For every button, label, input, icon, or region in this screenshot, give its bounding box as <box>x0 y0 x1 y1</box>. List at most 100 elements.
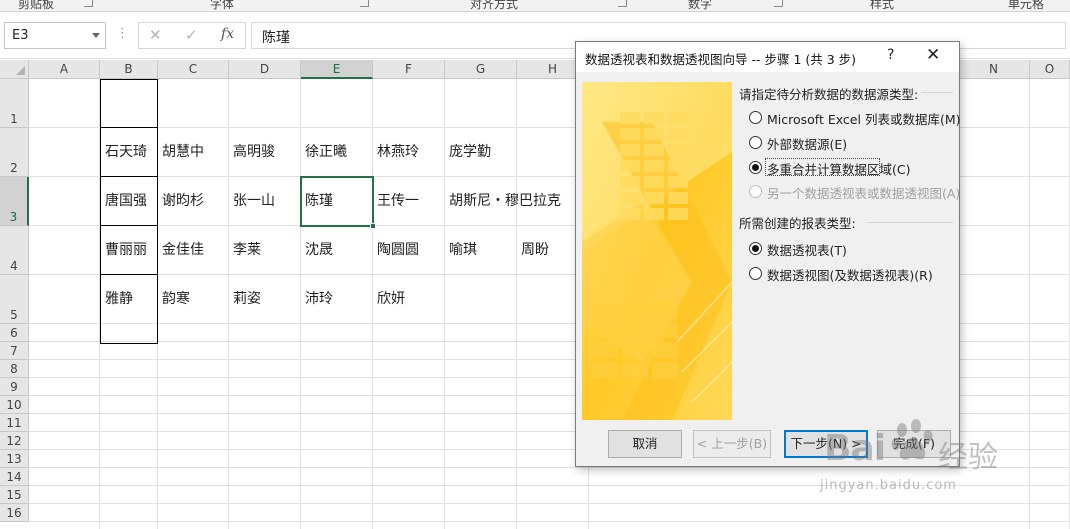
row-header-6[interactable]: 6 <box>0 324 29 342</box>
radio-source-multiple-ranges[interactable]: 多重合并计算数据区域(C) <box>749 158 954 177</box>
active-cell-selection[interactable] <box>300 176 374 227</box>
row-header-4[interactable]: 4 <box>0 226 29 275</box>
cell-C5[interactable]: 韵寒 <box>158 275 190 324</box>
cell-B4[interactable]: 曹丽丽 <box>101 226 147 275</box>
chevron-down-icon[interactable] <box>92 33 100 38</box>
radio-label: 外部数据源(E) <box>767 137 848 152</box>
fill-handle[interactable] <box>370 223 376 229</box>
drag-handle-icon[interactable]: ⋮ <box>116 26 129 41</box>
cell-C3[interactable]: 谢昀杉 <box>158 177 204 226</box>
cell-F4[interactable]: 陶圆圆 <box>373 226 419 275</box>
dialog-launcher-icon[interactable] <box>84 0 93 7</box>
row-number: 8 <box>10 362 18 376</box>
row-header-11[interactable]: 11 <box>0 414 29 432</box>
ribbon-group-cells: 单元格 <box>1008 0 1045 11</box>
row-header-9[interactable]: 9 <box>0 378 29 396</box>
ribbon-group-styles: 样式 <box>870 0 895 11</box>
dialog-title-bar[interactable]: 数据透视表和数据透视图向导 -- 步骤 1 (共 3 步) ? ✕ <box>576 42 959 72</box>
cell-F3[interactable]: 王传一 <box>373 177 419 226</box>
cell-G4[interactable]: 喻琪 <box>445 226 477 275</box>
cell-B3[interactable]: 唐国强 <box>101 177 147 226</box>
select-all-corner[interactable] <box>0 60 29 79</box>
select-all-icon <box>16 66 25 75</box>
row-header-2[interactable]: 2 <box>0 128 29 177</box>
row-number: 15 <box>6 488 22 502</box>
cell-D2[interactable]: 高明骏 <box>229 128 275 177</box>
column-header-d[interactable]: D <box>229 60 301 79</box>
radio-label: 另一个数据透视表或数据透视图(A) <box>767 186 961 201</box>
row-number: 9 <box>10 380 18 394</box>
row-number: 5 <box>10 308 18 322</box>
column-header-g[interactable]: G <box>445 60 517 79</box>
cell-E2[interactable]: 徐正曦 <box>301 128 347 177</box>
cell-E4[interactable]: 沈晟 <box>301 226 333 275</box>
column-header-e[interactable]: E <box>301 60 373 79</box>
cell-H4[interactable]: 周盼 <box>517 226 549 275</box>
row-header-14[interactable]: 14 <box>0 468 29 486</box>
cell-E5[interactable]: 沛玲 <box>301 275 333 324</box>
cell-D5[interactable]: 莉姿 <box>229 275 261 324</box>
row-number: 4 <box>10 259 18 273</box>
dialog-launcher-icon[interactable] <box>360 0 369 7</box>
cell-C4[interactable]: 金佳佳 <box>158 226 204 275</box>
column-header-b[interactable]: B <box>100 60 158 79</box>
cell-D4[interactable]: 李莱 <box>229 226 261 275</box>
radio-button[interactable] <box>749 111 762 124</box>
cell-F2[interactable]: 林燕玲 <box>373 128 419 177</box>
column-header-c[interactable]: C <box>158 60 229 79</box>
cell-D3[interactable]: 张一山 <box>229 177 275 226</box>
cell-B5[interactable]: 雅静 <box>101 275 133 324</box>
radio-button-checked[interactable] <box>749 161 762 174</box>
help-icon[interactable]: ? <box>887 47 894 63</box>
row-number: 14 <box>6 470 22 484</box>
row-header-13[interactable]: 13 <box>0 450 29 468</box>
dialog-launcher-icon[interactable] <box>618 0 627 7</box>
cell-C2[interactable]: 胡慧中 <box>158 128 204 177</box>
row-number: 13 <box>6 452 22 466</box>
cancel-button[interactable]: 取消 <box>608 430 682 458</box>
row-header-7[interactable]: 7 <box>0 342 29 360</box>
radio-report-pivottable[interactable]: 数据透视表(T) <box>749 240 954 258</box>
enter-icon[interactable]: ✓ <box>185 26 198 44</box>
row-header-10[interactable]: 10 <box>0 396 29 414</box>
radio-report-pivotchart[interactable]: 数据透视图(及数据透视表)(R) <box>749 265 954 283</box>
column-header-n[interactable]: N <box>958 60 1030 79</box>
close-icon[interactable]: ✕ <box>926 45 940 65</box>
column-header-f[interactable]: F <box>373 60 445 79</box>
ribbon-group-labels: 剪贴板 字体 对齐方式 数字 样式 单元格 <box>0 0 1070 12</box>
radio-label: 数据透视图(及数据透视表)(R) <box>767 268 933 283</box>
radio-button[interactable] <box>749 136 762 149</box>
watermark-brand-suffix: 经验 <box>938 440 998 475</box>
row-header-16[interactable]: 16 <box>0 504 29 522</box>
back-button[interactable]: < 上一步(B) <box>693 430 771 458</box>
column-header-a[interactable]: A <box>29 60 100 79</box>
row-header-1[interactable]: 1 <box>0 79 29 128</box>
row-number: 16 <box>6 506 22 520</box>
report-type-label: 所需创建的报表类型: <box>739 216 856 231</box>
watermark-brand: Bai <box>824 428 886 469</box>
cancel-icon[interactable]: ✕ <box>149 26 162 44</box>
radio-source-external[interactable]: 外部数据源(E) <box>749 134 954 152</box>
row-header-12[interactable]: 12 <box>0 432 29 450</box>
cell-B2[interactable]: 石天琦 <box>101 128 147 177</box>
row-number: 11 <box>6 416 22 430</box>
insert-function-icon[interactable]: fx <box>221 26 234 42</box>
radio-button[interactable] <box>749 267 762 280</box>
formula-buttons: ✕ ✓ fx <box>138 22 246 49</box>
dialog-title: 数据透视表和数据透视图向导 -- 步骤 1 (共 3 步) <box>585 52 857 67</box>
ribbon-group-number: 数字 <box>688 0 713 11</box>
radio-label: 数据透视表(T) <box>767 243 847 258</box>
column-header-o[interactable]: O <box>1030 60 1070 79</box>
row-header-5[interactable]: 5 <box>0 275 29 324</box>
name-box[interactable]: E3 <box>4 22 106 49</box>
dialog-launcher-icon[interactable] <box>774 0 783 7</box>
radio-button-checked[interactable] <box>749 242 762 255</box>
radio-source-excel[interactable]: Microsoft Excel 列表或数据库(M) <box>749 109 960 127</box>
cell-F5[interactable]: 欣妍 <box>373 275 405 324</box>
row-header-8[interactable]: 8 <box>0 360 29 378</box>
cell-G3[interactable]: 胡斯尼・穆巴拉克 <box>445 177 561 226</box>
row-header-15[interactable]: 15 <box>0 486 29 504</box>
row-header-3[interactable]: 3 <box>0 177 29 226</box>
cell-G2[interactable]: 庞学勤 <box>445 128 491 177</box>
radio-source-another-pivot[interactable]: 另一个数据透视表或数据透视图(A) <box>749 183 960 201</box>
